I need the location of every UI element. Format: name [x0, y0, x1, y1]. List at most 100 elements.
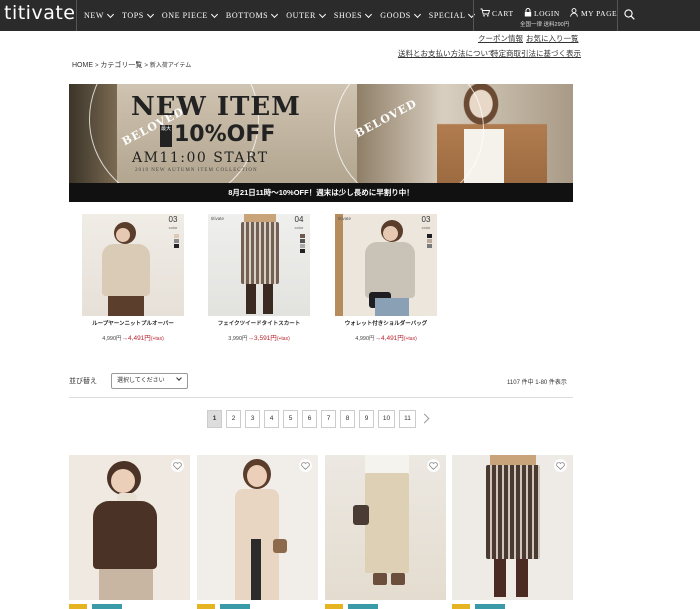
- nav-label: TOPS: [122, 11, 144, 20]
- banner-caption[interactable]: 8月21日11時～10%OFF！週末は少し長めに早割り中！: [69, 183, 573, 202]
- product-name[interactable]: ループヤーンニットプルオーバー: [82, 319, 184, 327]
- product-badge: [69, 604, 87, 609]
- page-button[interactable]: 4: [264, 410, 279, 428]
- model-plaid-skirt: [486, 465, 540, 559]
- model-top: [490, 455, 536, 465]
- nav-label: NEW: [84, 11, 105, 20]
- header-divider: [473, 0, 474, 31]
- legal-notice-link[interactable]: 特定商取引法に基づく表示: [491, 48, 581, 59]
- product-badge: [92, 604, 122, 609]
- search-button[interactable]: [618, 0, 641, 31]
- nav-special[interactable]: SPECIAL: [429, 10, 476, 20]
- favorites-link[interactable]: お気に入り一覧: [526, 33, 579, 44]
- favorite-button[interactable]: [299, 459, 312, 472]
- mypage-label: MY PAGE: [581, 9, 618, 18]
- model-shoe: [373, 573, 387, 585]
- model-bag: [273, 539, 287, 553]
- featured-product[interactable]: 03 color ループヤーンニットプルオーバー 4,990円→4,491円(+t…: [82, 214, 184, 342]
- product-name[interactable]: ウォレット付きショルダーバッグ: [335, 319, 437, 327]
- coupon-link[interactable]: クーポン情報: [478, 33, 523, 44]
- next-page-chevron-icon[interactable]: [420, 410, 430, 428]
- heart-icon: [429, 461, 438, 470]
- product-card[interactable]: [197, 455, 318, 600]
- campaign-banner[interactable]: BELOVED BELOVED NEW ITEM 最大 10%OFF AM11:…: [69, 84, 573, 183]
- shipping-info-link[interactable]: 送料とお支払い方法について: [398, 48, 495, 59]
- model-boot: [494, 559, 506, 597]
- product-badge: [197, 604, 215, 609]
- model-face: [383, 226, 398, 241]
- color-count-label: color: [168, 225, 178, 230]
- model-skirt: [108, 296, 144, 316]
- sort-dropdown[interactable]: 選択してください: [111, 373, 188, 389]
- product-image[interactable]: 03 color: [82, 214, 184, 316]
- heart-icon: [556, 461, 565, 470]
- chevron-down-icon: [210, 10, 218, 18]
- product-image[interactable]: titivate 04 color: [208, 214, 310, 316]
- page-button[interactable]: 8: [340, 410, 355, 428]
- heart-icon: [173, 461, 182, 470]
- tax-note: (+tax): [150, 336, 164, 342]
- site-logo[interactable]: titivate: [4, 2, 75, 24]
- nav-goods[interactable]: GOODS: [380, 10, 421, 20]
- favorite-button[interactable]: [171, 459, 184, 472]
- nav-label: OUTER: [286, 11, 316, 20]
- page-button[interactable]: 10: [378, 410, 395, 428]
- model-boot: [246, 284, 256, 314]
- page-button[interactable]: 5: [283, 410, 298, 428]
- user-icon: [570, 8, 578, 17]
- product-name[interactable]: フェイクツイードタイトスカート: [208, 319, 310, 327]
- page-button[interactable]: 6: [302, 410, 317, 428]
- sort-selected-value: 選択してください: [117, 378, 165, 384]
- chevron-down-icon: [413, 10, 421, 18]
- nav-shoes[interactable]: SHOES: [333, 10, 373, 20]
- tax-note: (+tax): [276, 336, 290, 342]
- color-swatch: [300, 244, 305, 248]
- favorite-button[interactable]: [427, 459, 440, 472]
- breadcrumb-category[interactable]: カテゴリ一覧: [100, 62, 142, 69]
- regular-price: 3,990円: [228, 336, 248, 342]
- nav-label: SHOES: [333, 11, 363, 20]
- nav-tops[interactable]: TOPS: [122, 10, 154, 20]
- product-badge: [475, 604, 505, 609]
- shipping-note: 全国一律 送料290円: [520, 22, 570, 28]
- featured-product[interactable]: titivate 04 color フェイクツイードタイトスカート 3,990円→…: [208, 214, 310, 342]
- color-count-label: color: [294, 225, 304, 230]
- product-card[interactable]: [69, 455, 190, 600]
- page-button[interactable]: 7: [321, 410, 336, 428]
- page-button[interactable]: 11: [399, 410, 416, 428]
- model-top: [365, 455, 409, 473]
- product-card[interactable]: [325, 455, 446, 600]
- pagination: 1 2 3 4 5 6 7 8 9 10 11: [207, 410, 430, 428]
- page-button[interactable]: 1: [207, 410, 222, 428]
- favorite-button[interactable]: [554, 459, 567, 472]
- color-swatch: [427, 234, 432, 238]
- page-button[interactable]: 2: [226, 410, 241, 428]
- nav-one-piece[interactable]: ONE PIECE: [162, 10, 218, 20]
- color-swatch: [174, 244, 179, 248]
- mypage-button[interactable]: MY PAGE: [568, 0, 618, 31]
- featured-product[interactable]: titivate 03 color ウォレット付きショルダーバッグ 4,990円→…: [335, 214, 437, 342]
- model-face: [116, 228, 130, 242]
- nav-outer[interactable]: OUTER: [286, 10, 326, 20]
- tax-note: (+tax): [403, 336, 417, 342]
- model-skirt: [99, 569, 153, 600]
- sale-price: 3,591円: [254, 335, 277, 342]
- breadcrumb: HOME > カテゴリ一覧 > 新入荷アイテム: [72, 60, 191, 70]
- nav-label: GOODS: [380, 11, 411, 20]
- brand-label: titivate: [338, 216, 352, 221]
- color-swatch: [300, 249, 305, 253]
- page-button[interactable]: 3: [245, 410, 260, 428]
- heart-icon: [301, 461, 310, 470]
- nav-bottoms[interactable]: BOTTOMS: [226, 10, 279, 20]
- regular-price: 4,990円: [102, 336, 122, 342]
- breadcrumb-home[interactable]: HOME: [72, 62, 93, 69]
- banner-start-time: AM11:00 START: [132, 150, 269, 166]
- cart-button[interactable]: CART: [478, 0, 518, 31]
- page-button[interactable]: 9: [359, 410, 374, 428]
- color-swatch: [427, 244, 432, 248]
- product-image[interactable]: titivate 03 color: [335, 214, 437, 316]
- regular-price: 4,990円: [355, 336, 375, 342]
- nav-new[interactable]: NEW: [84, 10, 115, 20]
- product-card[interactable]: [452, 455, 573, 600]
- model-plaid-skirt: [241, 222, 279, 284]
